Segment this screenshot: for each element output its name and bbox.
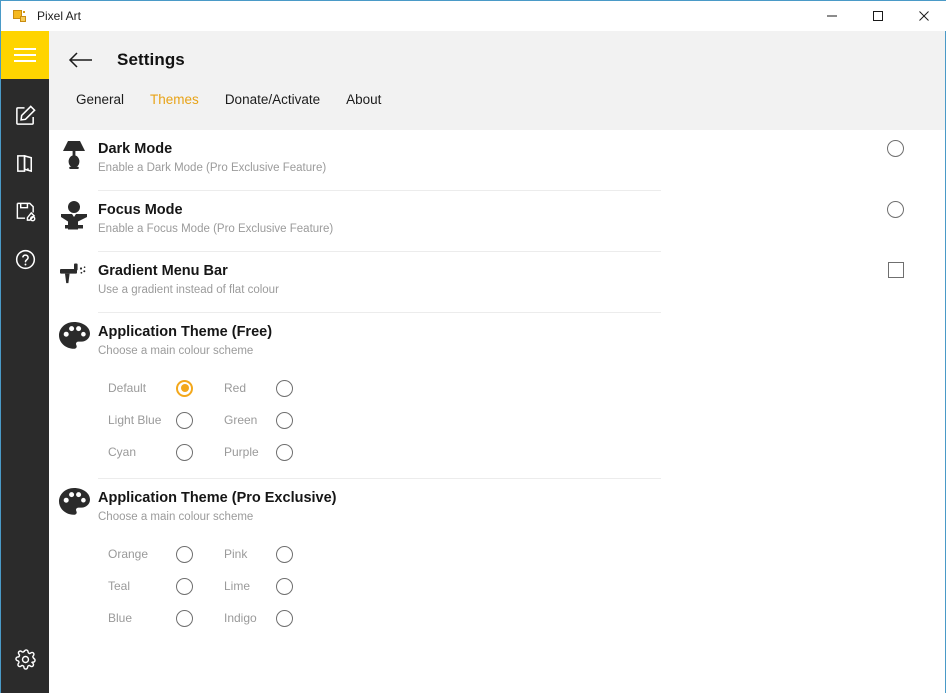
save-edit-icon — [14, 200, 37, 223]
radio-orange[interactable] — [176, 545, 193, 563]
radio-green[interactable] — [276, 411, 293, 429]
sidebar-item-book[interactable] — [1, 139, 49, 187]
radio-lime[interactable] — [276, 577, 293, 595]
focus-mode-toggle[interactable] — [887, 201, 904, 218]
setting-row-theme-pro: Application Theme (Pro Exclusive) Choose… — [49, 479, 945, 644]
title-bar: Pixel Art — [1, 0, 946, 31]
setting-body-gradient-menu-bar: Gradient Menu Bar Use a gradient instead… — [98, 252, 904, 313]
radio-label-teal: Teal — [108, 579, 131, 593]
window-controls — [809, 1, 946, 32]
theme-pro-options: Orange Pink Teal Lime Blue Indigo — [108, 538, 661, 634]
setting-row-dark-mode: Dark Mode Enable a Dark Mode (Pro Exclus… — [49, 130, 945, 191]
title-bar-left: Pixel Art — [1, 1, 809, 31]
radio-default[interactable] — [176, 379, 193, 397]
gear-icon — [14, 648, 37, 671]
setting-subtitle: Use a gradient instead of flat colour — [98, 284, 279, 296]
radio-label-red: Red — [224, 381, 247, 395]
app-window: Pixel Art Settings General Themes Donate… — [0, 0, 946, 693]
page-title: Settings — [117, 49, 185, 69]
close-icon[interactable] — [901, 1, 946, 32]
setting-row-gradient-menu-bar: Gradient Menu Bar Use a gradient instead… — [49, 252, 945, 313]
radio-label-blue: Blue — [108, 611, 133, 625]
theme-free-options: Default Red Light Blue Green Cyan Purple — [108, 372, 661, 468]
open-book-icon — [14, 152, 37, 175]
gradient-menu-bar-checkbox[interactable] — [888, 262, 904, 278]
spray-gun-icon — [49, 252, 98, 292]
tab-general[interactable]: General — [63, 88, 137, 111]
setting-subtitle: Enable a Dark Mode (Pro Exclusive Featur… — [98, 162, 327, 174]
sidebar-item-save-edit[interactable] — [1, 187, 49, 235]
radio-red[interactable] — [276, 379, 293, 397]
radio-blue[interactable] — [176, 609, 193, 627]
tab-themes[interactable]: Themes — [137, 88, 212, 111]
tab-donate-activate[interactable]: Donate/Activate — [212, 88, 333, 111]
radio-label-default: Default — [108, 381, 147, 395]
radio-label-orange: Orange — [108, 547, 149, 561]
setting-subtitle: Choose a main colour scheme — [98, 511, 254, 523]
tab-bar: General Themes Donate/Activate About — [49, 88, 945, 111]
sidebar-item-help[interactable] — [1, 235, 49, 283]
radio-pink[interactable] — [276, 545, 293, 563]
help-circle-icon — [14, 248, 37, 271]
radio-label-green: Green — [224, 413, 258, 427]
tab-about[interactable]: About — [333, 88, 394, 111]
setting-body-theme-pro: Application Theme (Pro Exclusive) Choose… — [98, 479, 661, 644]
radio-cyan[interactable] — [176, 443, 193, 461]
palette-icon — [49, 479, 98, 517]
setting-title: Dark Mode — [98, 141, 173, 157]
sidebar-item-settings[interactable] — [1, 635, 49, 683]
back-arrow-icon[interactable] — [63, 42, 99, 78]
dark-mode-toggle[interactable] — [887, 140, 904, 157]
radio-label-cyan: Cyan — [108, 445, 137, 459]
radio-purple[interactable] — [276, 443, 293, 461]
radio-label-purple: Purple — [224, 445, 259, 459]
hamburger-icon[interactable] — [1, 31, 49, 79]
setting-title: Focus Mode — [98, 202, 183, 218]
window-title: Pixel Art — [37, 9, 82, 23]
maximize-icon[interactable] — [855, 1, 901, 32]
setting-title: Application Theme (Pro Exclusive) — [98, 490, 337, 506]
setting-row-focus-mode: Focus Mode Enable a Focus Mode (Pro Excl… — [49, 191, 945, 252]
setting-row-theme-free: Application Theme (Free) Choose a main c… — [49, 313, 945, 478]
lamp-icon — [49, 130, 98, 172]
radio-light-blue[interactable] — [176, 411, 193, 429]
sidebar-item-edit[interactable] — [1, 91, 49, 139]
settings-content: Dark Mode Enable a Dark Mode (Pro Exclus… — [49, 130, 945, 693]
radio-label-light-blue: Light Blue — [108, 413, 162, 427]
palette-icon — [49, 313, 98, 351]
person-reading-icon — [49, 191, 98, 231]
setting-body-theme-free: Application Theme (Free) Choose a main c… — [98, 313, 661, 478]
setting-subtitle: Choose a main colour scheme — [98, 345, 254, 357]
radio-indigo[interactable] — [276, 609, 293, 627]
sidebar — [1, 31, 49, 693]
setting-body-focus-mode: Focus Mode Enable a Focus Mode (Pro Excl… — [98, 191, 904, 252]
radio-label-lime: Lime — [224, 579, 251, 593]
radio-teal[interactable] — [176, 577, 193, 595]
setting-body-dark-mode: Dark Mode Enable a Dark Mode (Pro Exclus… — [98, 130, 904, 191]
radio-label-pink: Pink — [224, 547, 248, 561]
pixel-art-icon — [12, 8, 28, 24]
sidebar-bottom — [1, 635, 49, 683]
radio-label-indigo: Indigo — [224, 611, 257, 625]
edit-square-icon — [14, 104, 37, 127]
header-top: Settings — [49, 31, 945, 88]
setting-title: Gradient Menu Bar — [98, 263, 228, 279]
minimize-icon[interactable] — [809, 1, 855, 32]
page-header: Settings General Themes Donate/Activate … — [49, 31, 945, 130]
setting-title: Application Theme (Free) — [98, 324, 273, 340]
setting-subtitle: Enable a Focus Mode (Pro Exclusive Featu… — [98, 223, 334, 235]
